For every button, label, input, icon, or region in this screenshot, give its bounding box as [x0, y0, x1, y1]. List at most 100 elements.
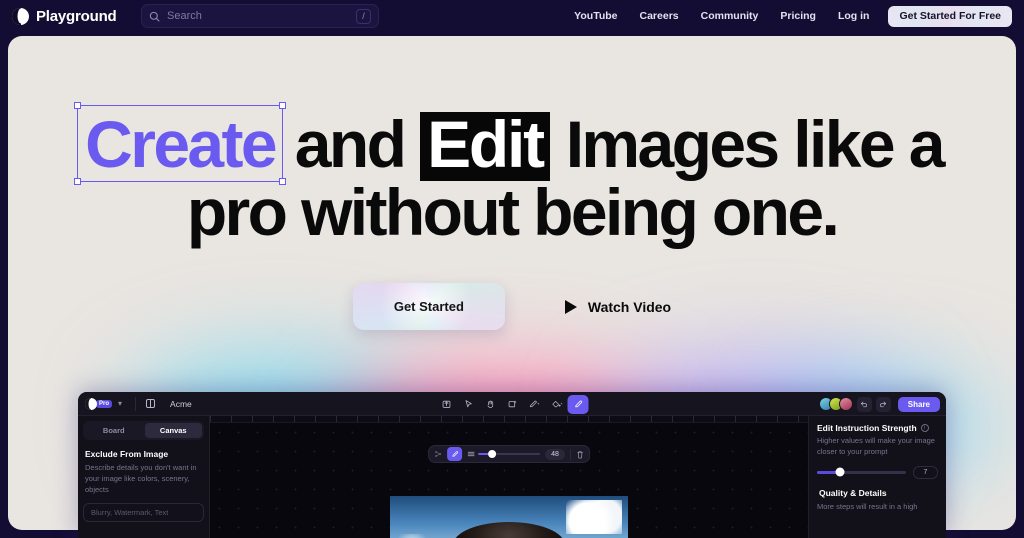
headline-line-2: pro without being one.	[186, 175, 840, 250]
fill-bucket-icon	[552, 401, 562, 408]
tab-canvas[interactable]: Canvas	[144, 423, 202, 438]
search-shortcut-badge: /	[356, 8, 371, 24]
cursor-select-icon	[465, 400, 472, 408]
nav-link-youtube[interactable]: YouTube	[563, 10, 628, 22]
canvas-area[interactable]: 48	[210, 416, 808, 538]
nav-link-careers[interactable]: Careers	[629, 10, 690, 22]
tab-board[interactable]: Board	[85, 423, 143, 438]
undo-icon	[861, 401, 868, 408]
get-started-for-free-button[interactable]: Get Started For Free	[888, 5, 1012, 27]
person-hair	[453, 522, 565, 538]
left-panel: Board Canvas Exclude From Image Describe…	[78, 416, 210, 538]
collaborator-avatars	[818, 397, 853, 411]
search-icon	[149, 11, 160, 22]
cloud-shape	[392, 534, 432, 538]
canvas-ruler	[210, 416, 808, 423]
headline-word-edit: Edit	[420, 111, 550, 182]
project-name: Acme	[170, 398, 192, 409]
right-panel: Edit Instruction Strength i Higher value…	[808, 416, 946, 538]
headline-word-create[interactable]: Create	[74, 102, 287, 186]
watch-video-button[interactable]: Watch Video	[564, 298, 672, 315]
app-topbar: Pro ▾ Acme Share	[78, 392, 946, 416]
nav-link-community[interactable]: Community	[690, 10, 770, 22]
edit-instruction-strength-header: Edit Instruction Strength i	[817, 423, 938, 433]
info-icon[interactable]: i	[920, 424, 929, 432]
divider	[135, 396, 137, 411]
brand[interactable]: Playground	[12, 7, 117, 25]
hand-pan-tool[interactable]	[480, 395, 501, 414]
generate-frame-icon	[508, 400, 517, 408]
quality-details-description: More steps will result in a high	[817, 501, 918, 511]
board-panel-icon	[145, 398, 155, 408]
chevron-down-icon[interactable]: ▾	[118, 399, 122, 408]
playground-logo-icon	[12, 7, 29, 25]
nav-link-login[interactable]: Log in	[827, 10, 881, 22]
pencil-draw-icon	[529, 400, 539, 408]
brush-size-icon	[467, 451, 475, 457]
hand-pan-icon	[486, 400, 493, 408]
exclude-from-image-input[interactable]: Blurry, Watermark, Text	[83, 502, 204, 522]
canvas-floating-toolbar: 48	[428, 445, 590, 463]
brush-edit-icon	[574, 400, 582, 408]
hero-cta-row: Get Started Watch Video	[8, 283, 1016, 330]
exclude-from-image-title: Exclude From Image	[85, 449, 169, 459]
nav-link-pricing[interactable]: Pricing	[769, 10, 827, 22]
nav-links: YouTube Careers Community Pricing Log in…	[563, 0, 1012, 32]
headline-rest: Images like a	[565, 107, 946, 181]
search-input[interactable]: Search /	[141, 4, 379, 28]
brush-tool-active[interactable]	[447, 447, 463, 461]
strength-slider-track[interactable]	[817, 467, 906, 477]
redo-icon	[880, 401, 887, 408]
brush-settings-icon[interactable]	[434, 450, 442, 458]
edit-instruction-strength-description: Higher values will make your image close…	[817, 436, 935, 456]
edit-instruction-strength-slider[interactable]: 7	[817, 465, 938, 479]
fill-bucket-tool[interactable]	[546, 395, 567, 414]
headline-and: and	[294, 107, 407, 181]
edit-instruction-strength-title: Edit Instruction Strength	[817, 423, 917, 433]
upload-image-icon	[442, 400, 450, 408]
app-body: Board Canvas Exclude From Image Describe…	[78, 416, 946, 538]
playground-logo-icon	[85, 397, 97, 410]
brush-size-value: 48	[545, 448, 565, 460]
panel-tabs: Board Canvas	[83, 421, 204, 440]
cursor-select-tool[interactable]	[458, 395, 479, 414]
brush-edit-tool[interactable]	[567, 394, 589, 414]
app-window-preview: Pro ▾ Acme Share Board Canvas Exclude Fr…	[78, 392, 946, 538]
watch-video-label: Watch Video	[587, 298, 672, 315]
canvas-image[interactable]	[390, 496, 628, 538]
trash-icon[interactable]	[576, 450, 584, 459]
selection-handle-top-left[interactable]	[74, 102, 82, 109]
selection-handle-top-right[interactable]	[279, 102, 287, 109]
avatar[interactable]	[838, 397, 853, 411]
strength-value: 7	[913, 465, 938, 479]
brush-size-knob[interactable]	[487, 450, 496, 458]
brand-name: Playground	[36, 7, 117, 25]
share-button[interactable]: Share	[897, 396, 940, 412]
divider	[569, 448, 571, 460]
play-icon	[564, 299, 577, 314]
pencil-draw-tool[interactable]	[524, 395, 545, 414]
page-root: Playground Search / YouTube Careers Comm…	[0, 0, 1024, 538]
board-panel-toggle[interactable]	[142, 396, 158, 412]
page-title: Create and Edit Images like a pro withou…	[8, 102, 1016, 250]
strength-slider-knob[interactable]	[835, 467, 845, 477]
app-tool-cluster	[436, 394, 589, 414]
exclude-from-image-description: Describe details you don't want in your …	[85, 463, 197, 494]
app-topbar-right: Share	[818, 392, 940, 416]
quality-details-title: Quality & Details	[819, 487, 887, 498]
cloud-shape	[566, 500, 622, 534]
generate-frame-tool[interactable]	[502, 395, 523, 414]
brush-size-track[interactable]	[478, 450, 541, 458]
get-started-button[interactable]: Get Started	[352, 283, 505, 330]
pro-badge: Pro	[96, 399, 113, 408]
brush-icon	[451, 451, 458, 457]
undo-button[interactable]	[856, 396, 872, 412]
headline-create-text: Create	[85, 107, 277, 181]
top-navbar: Playground Search / YouTube Careers Comm…	[0, 0, 1024, 32]
brush-size-slider[interactable]	[467, 450, 541, 458]
search-placeholder: Search	[167, 10, 202, 22]
upload-image-tool[interactable]	[436, 395, 457, 414]
app-workspace-switcher[interactable]: Pro ▾	[78, 397, 129, 410]
headline-line-1: Create and Edit Images like a	[8, 102, 1016, 186]
redo-button[interactable]	[875, 396, 891, 412]
